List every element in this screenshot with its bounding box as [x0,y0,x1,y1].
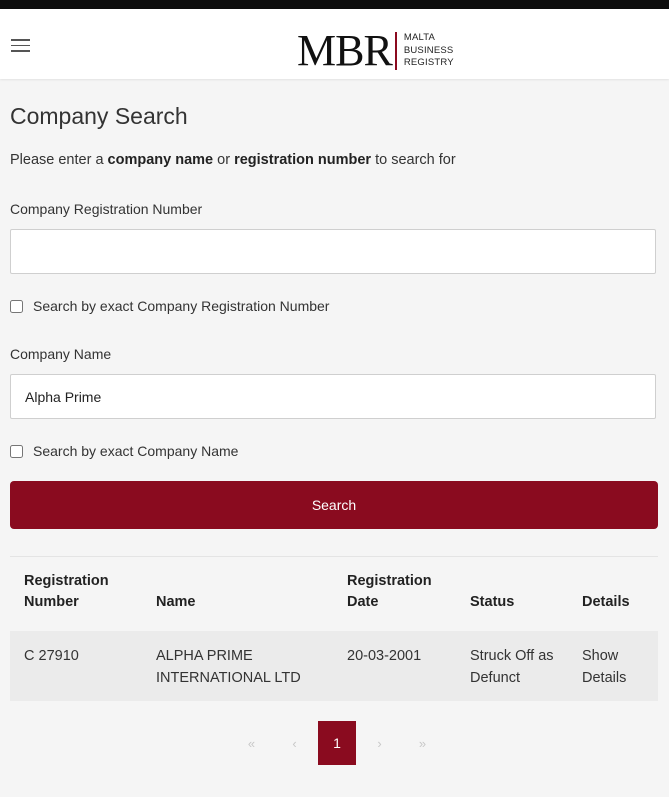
mbr-logo[interactable]: MBR MALTA BUSINESS REGISTRY [297,26,454,75]
top-bar [0,0,669,9]
header-registration-date: Registration Date [347,573,432,610]
last-page-button[interactable]: » [401,721,444,765]
exact-name-label: Search by exact Company Name [33,443,239,459]
next-page-button[interactable]: › [358,721,401,765]
page-title: Company Search [10,103,188,129]
search-button[interactable]: Search [10,481,658,529]
show-details-link[interactable]: Show Details [582,648,626,686]
logo-mark: MBR [297,26,393,75]
reg-number-label: Company Registration Number [10,201,203,217]
results-header-row: Registration Number Name Registration Date… [10,566,658,631]
results-divider [10,556,658,557]
table-row: C 27910 ALPHA PRIME INTERNATIONAL LTD 20-… [10,631,658,701]
exact-reg-row: Search by exact Company Registration Num… [10,298,329,314]
company-name-label: Company Name [10,346,112,362]
hamburger-menu-icon[interactable] [11,39,30,52]
cell-status: Struck Off as Defunct [456,631,568,701]
prev-page-button[interactable]: ‹ [273,721,316,765]
logo-separator [394,32,397,70]
intro-text: Please enter a company name or registrat… [10,152,456,168]
header-details: Details [582,594,630,610]
header-status: Status [470,594,515,610]
exact-name-row: Search by exact Company Name [10,443,238,459]
first-page-button[interactable]: « [230,721,273,765]
exact-name-checkbox[interactable] [10,444,23,458]
cell-registration-date: 20-03-2001 [333,631,456,701]
exact-reg-checkbox[interactable] [10,299,23,313]
cell-name: ALPHA PRIME INTERNATIONAL LTD [142,631,333,701]
cell-details: Show Details [568,631,658,701]
header-name: Name [156,594,196,610]
cell-registration-number: C 27910 [10,631,142,701]
pagination: « ‹ 1 › » [230,721,444,765]
company-name-input[interactable] [10,374,656,419]
current-page-button[interactable]: 1 [318,721,356,765]
logo-text: MALTA BUSINESS REGISTRY [403,32,454,69]
exact-reg-label: Search by exact Company Registration Num… [33,298,330,314]
site-header: MBR MALTA BUSINESS REGISTRY [0,9,669,79]
results-table: Registration Number Name Registration Date… [10,566,658,701]
header-registration-number: Registration Number [24,573,109,610]
reg-number-input[interactable] [10,229,656,274]
